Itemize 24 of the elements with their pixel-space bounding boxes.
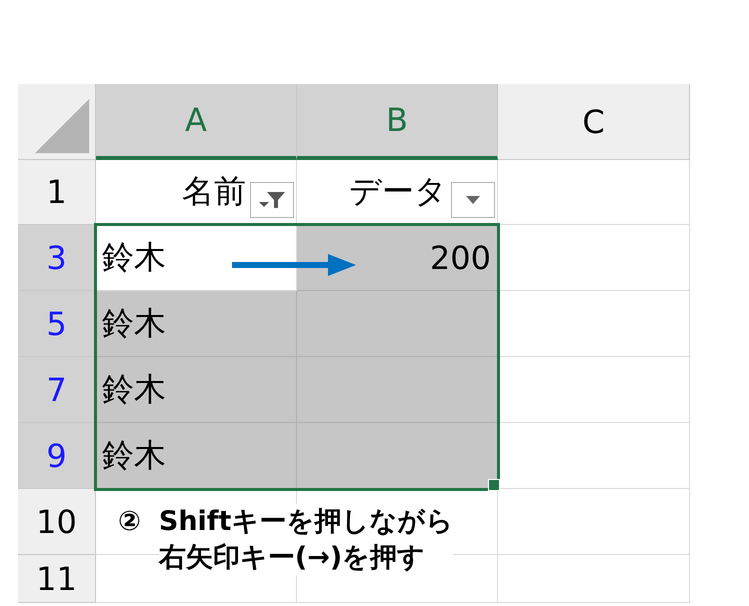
filter-button[interactable] — [451, 182, 495, 218]
table-cell: 200 — [297, 225, 498, 291]
row-header[interactable]: 3 — [18, 225, 96, 291]
table-cell: 鈴木 — [96, 225, 297, 291]
column-header[interactable]: A — [96, 84, 297, 160]
row-header[interactable]: 10 — [18, 489, 96, 555]
instruction-text: Shiftキーを押しながら — [158, 505, 454, 539]
table-cell: 鈴木 — [96, 291, 297, 357]
table-cell: 鈴木 — [96, 423, 297, 489]
row-header[interactable]: 9 — [18, 423, 96, 489]
row-header[interactable]: 5 — [18, 291, 96, 357]
right-arrow-icon — [232, 254, 357, 276]
column-header[interactable]: B — [297, 84, 498, 160]
caret-icon — [466, 196, 480, 204]
row-header[interactable]: 11 — [18, 555, 96, 603]
column-header[interactable]: C — [498, 84, 690, 160]
instruction-text: 右矢印キー(→)を押す — [158, 541, 426, 575]
column-title: 名前 — [182, 171, 246, 212]
triangle-icon — [35, 99, 91, 155]
table-cell: 鈴木 — [96, 357, 297, 423]
filter-button[interactable] — [250, 182, 294, 218]
column-title: データ — [349, 171, 447, 212]
row-header[interactable]: 7 — [18, 357, 96, 423]
row-header[interactable]: 1 — [18, 160, 96, 225]
